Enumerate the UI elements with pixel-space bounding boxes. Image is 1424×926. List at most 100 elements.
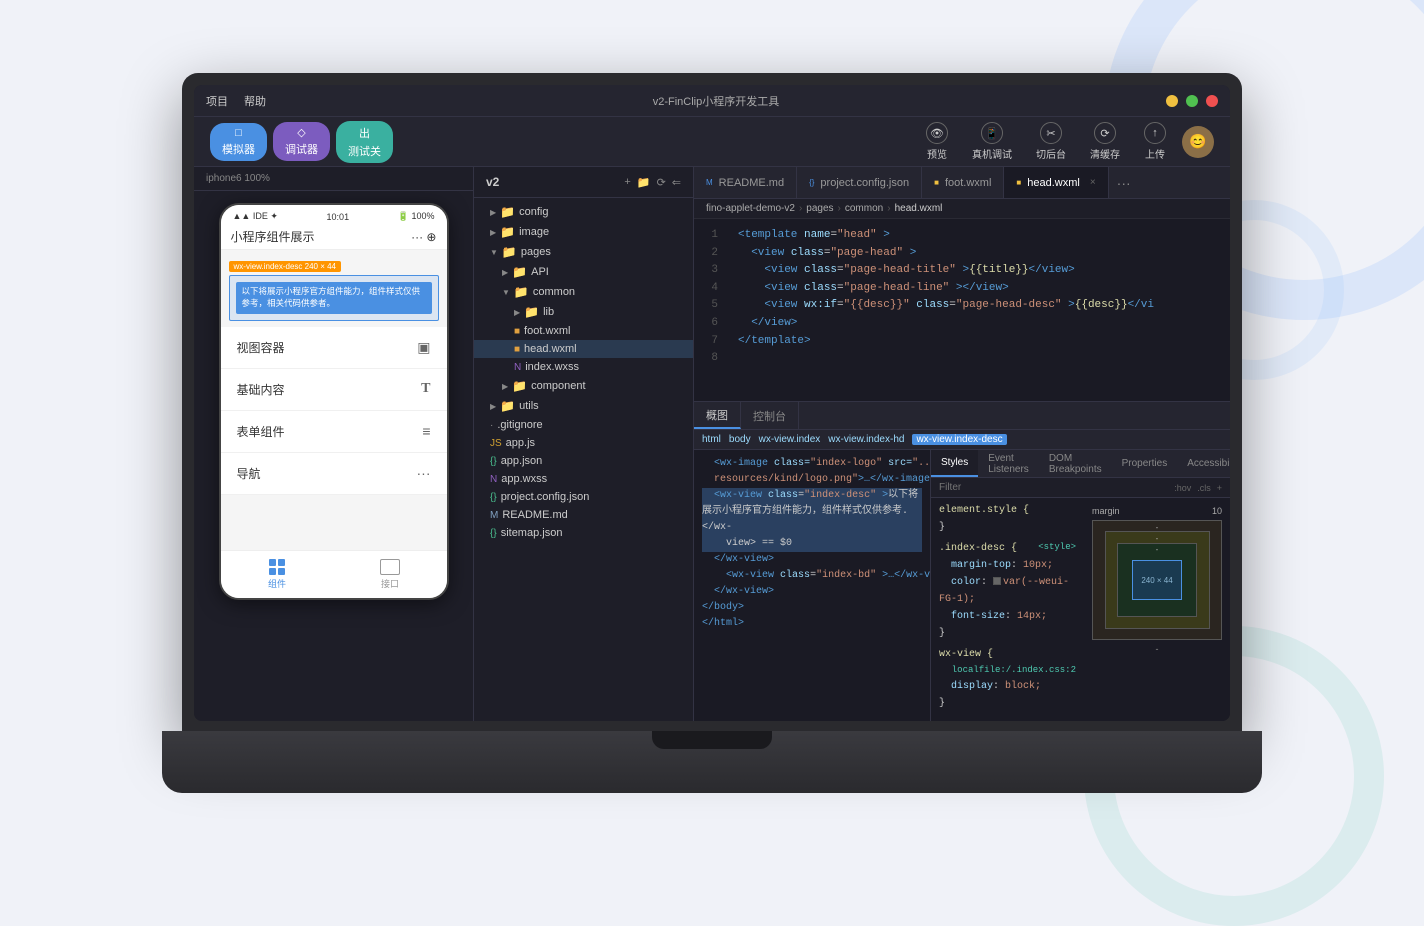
maximize-button[interactable]: □ bbox=[1186, 95, 1198, 107]
padding-label: - bbox=[1156, 545, 1159, 554]
tab-label-foot: foot.wxml bbox=[945, 177, 991, 189]
html-preview[interactable]: <wx-image class="index-logo" src="../res… bbox=[694, 450, 930, 721]
tab-more-button[interactable]: ··· bbox=[1109, 175, 1139, 191]
styles-tab-props[interactable]: Properties bbox=[1112, 450, 1178, 477]
tree-item-lib[interactable]: ▶ 📁 lib bbox=[474, 302, 693, 322]
bottom-tab-console[interactable]: 控制台 bbox=[741, 402, 799, 429]
path-index-hd[interactable]: wx-view.index-hd bbox=[828, 434, 904, 445]
rule-source-wxview[interactable]: localfile:/.index.css:2 bbox=[952, 663, 1076, 678]
tree-item-head-wxml[interactable]: ■ head.wxml bbox=[474, 340, 693, 358]
tree-item-config[interactable]: ▶ 📁 config bbox=[474, 202, 693, 222]
nav-item-interface[interactable]: 接口 bbox=[334, 555, 447, 594]
styles-tab-styles[interactable]: Styles bbox=[931, 450, 978, 477]
upload-button[interactable]: ↑ 上传 bbox=[1136, 118, 1174, 165]
styles-tab-dom[interactable]: DOM Breakpoints bbox=[1039, 450, 1112, 477]
tree-item-component[interactable]: ▶ 📁 component bbox=[474, 376, 693, 396]
bottom-tab-overview[interactable]: 概图 bbox=[694, 402, 741, 429]
code-content[interactable]: <template name="head" > <view class="pag… bbox=[726, 219, 1230, 401]
tree-item-utils[interactable]: ▶ 📁 utils bbox=[474, 396, 693, 416]
path-html[interactable]: html bbox=[702, 434, 721, 445]
folder-label-component: component bbox=[531, 380, 585, 392]
phone-app-title: 小程序组件展示 bbox=[231, 228, 315, 245]
file-refresh-icon[interactable]: ⟳ bbox=[657, 176, 666, 189]
simulator-button[interactable]: □ 模拟器 bbox=[210, 123, 267, 161]
styles-tab-access[interactable]: Accessibility bbox=[1177, 450, 1230, 477]
phone-menu-item-2[interactable]: 基础内容 T bbox=[221, 369, 447, 411]
rule-close-desc: } bbox=[939, 628, 945, 639]
tree-item-api[interactable]: ▶ 📁 API bbox=[474, 262, 693, 282]
clear-button[interactable]: ⟳ 清缓存 bbox=[1082, 118, 1128, 165]
path-index[interactable]: wx-view.index bbox=[759, 434, 821, 445]
grid-icon bbox=[269, 559, 285, 575]
menu-item-icon-2: T bbox=[421, 381, 430, 397]
breadcrumb-file[interactable]: head.wxml bbox=[895, 203, 943, 214]
tree-item-pages[interactable]: ▼ 📁 pages bbox=[474, 242, 693, 262]
styles-filter-input[interactable] bbox=[939, 482, 1168, 493]
chevron-icon: ▶ bbox=[490, 228, 496, 237]
minimize-button[interactable]: – bbox=[1166, 95, 1178, 107]
nav-item-component[interactable]: 组件 bbox=[221, 555, 334, 594]
phone-title-bar: 小程序组件展示 ··· ⊕ bbox=[221, 224, 447, 250]
border-box: - - 240 × 44 bbox=[1105, 531, 1210, 629]
tree-item-app-js[interactable]: JS app.js bbox=[474, 434, 693, 452]
html-line-8: </body> bbox=[702, 600, 922, 616]
tree-item-project-json[interactable]: {} project.config.json bbox=[474, 488, 693, 506]
cut-button[interactable]: ✂ 切后台 bbox=[1028, 118, 1074, 165]
menu-project[interactable]: 项目 bbox=[206, 93, 228, 109]
debugger-button[interactable]: ◇ 调试器 bbox=[273, 122, 330, 161]
folder-label-common: common bbox=[533, 286, 575, 298]
tab-close-head[interactable]: × bbox=[1090, 177, 1096, 188]
file-collapse-icon[interactable]: ⇐ bbox=[672, 176, 681, 189]
js-icon: JS bbox=[490, 438, 502, 449]
tree-item-index-wxss[interactable]: N index.wxss bbox=[474, 358, 693, 376]
breadcrumb-sep-1: › bbox=[799, 203, 802, 214]
filter-hint-plus[interactable]: + bbox=[1217, 483, 1222, 493]
grid-cell-1 bbox=[269, 559, 276, 566]
rule-close-wxview: } bbox=[939, 698, 945, 709]
tab-readme[interactable]: M README.md bbox=[694, 167, 797, 198]
tree-item-image[interactable]: ▶ 📁 image bbox=[474, 222, 693, 242]
path-body[interactable]: body bbox=[729, 434, 751, 445]
tree-item-gitignore[interactable]: · .gitignore bbox=[474, 416, 693, 434]
prop-margin-top: margin-top: 10px; bbox=[939, 560, 1053, 571]
upload-icon: ↑ bbox=[1144, 122, 1166, 144]
filter-hint-hover[interactable]: :hov bbox=[1174, 483, 1191, 493]
breadcrumb-root[interactable]: fino-applet-demo-v2 bbox=[706, 203, 795, 214]
tree-item-sitemap[interactable]: {} sitemap.json bbox=[474, 524, 693, 542]
file-folder-icon[interactable]: 📁 bbox=[637, 176, 651, 189]
user-avatar[interactable]: 😊 bbox=[1182, 126, 1214, 158]
breadcrumb-pages[interactable]: pages bbox=[806, 203, 833, 214]
phone-menu-item-3[interactable]: 表单组件 ≡ bbox=[221, 411, 447, 453]
phone-menu-item-4[interactable]: 导航 ··· bbox=[221, 453, 447, 495]
phone-debug-button[interactable]: 📱 真机调试 bbox=[964, 118, 1020, 165]
battery-icon: 🔋 100% bbox=[398, 211, 435, 222]
menu-help[interactable]: 帮助 bbox=[244, 93, 266, 109]
code-line-3: <view class="page-head-title" >{{title}}… bbox=[738, 262, 1218, 280]
test-icon: 出 bbox=[359, 125, 370, 141]
tree-item-app-wxss[interactable]: N app.wxss bbox=[474, 470, 693, 488]
file-label-project-json: project.config.json bbox=[501, 491, 590, 503]
file-new-icon[interactable]: + bbox=[624, 176, 630, 189]
filter-hint-cls[interactable]: .cls bbox=[1197, 483, 1211, 493]
preview-button[interactable]: 👁 预览 bbox=[918, 118, 956, 165]
margin-value: 10 bbox=[1212, 506, 1222, 516]
margin-box: - - - bbox=[1092, 520, 1222, 640]
phone-menu-item-1[interactable]: 视图容器 ▣ bbox=[221, 327, 447, 369]
tree-item-foot-wxml[interactable]: ■ foot.wxml bbox=[474, 322, 693, 340]
tab-head[interactable]: ■ head.wxml × bbox=[1004, 167, 1108, 198]
phone-content: wx-view.index-desc 240 × 44 以下将展示小程序官方组件… bbox=[221, 250, 447, 550]
tree-item-app-json[interactable]: {} app.json bbox=[474, 452, 693, 470]
tree-item-common[interactable]: ▼ 📁 common bbox=[474, 282, 693, 302]
highlight-label: wx-view.index-desc 240 × 44 bbox=[229, 261, 342, 272]
menu-item-icon-4: ··· bbox=[417, 465, 431, 481]
tab-foot[interactable]: ■ foot.wxml bbox=[922, 167, 1004, 198]
path-index-desc[interactable]: wx-view.index-desc bbox=[912, 434, 1006, 445]
close-button[interactable]: × bbox=[1206, 95, 1218, 107]
breadcrumb-common[interactable]: common bbox=[845, 203, 883, 214]
box-model-header: margin 10 bbox=[1092, 506, 1222, 516]
test-button[interactable]: 出 测试关 bbox=[336, 121, 393, 163]
tree-item-readme[interactable]: M README.md bbox=[474, 506, 693, 524]
styles-tab-events[interactable]: Event Listeners bbox=[978, 450, 1039, 477]
upload-label: 上传 bbox=[1145, 146, 1165, 161]
tab-project[interactable]: {} project.config.json bbox=[797, 167, 922, 198]
